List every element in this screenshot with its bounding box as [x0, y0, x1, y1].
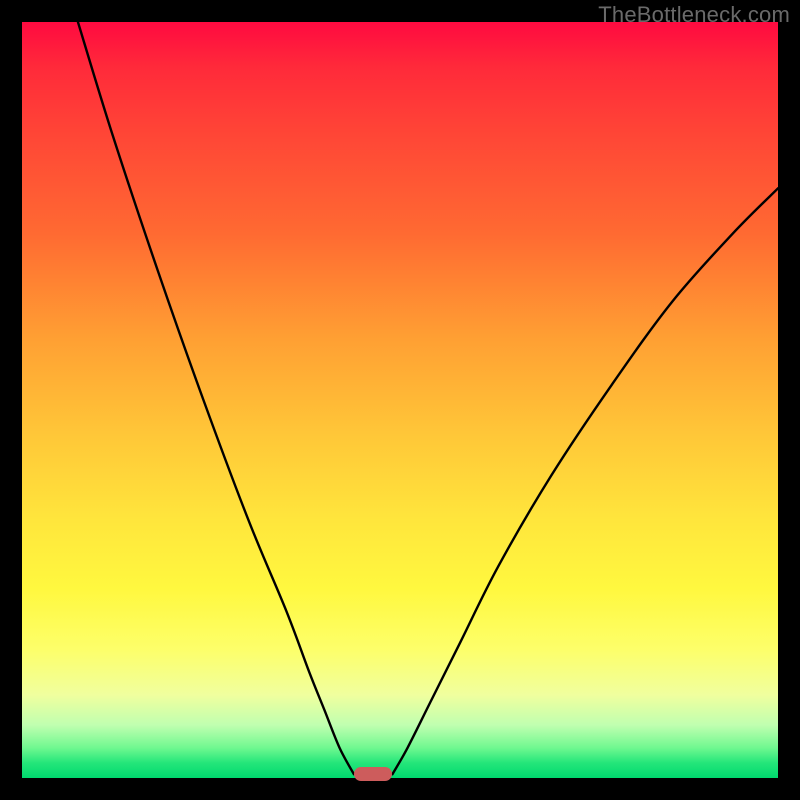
curve-right-branch [392, 188, 778, 774]
attribution-text: TheBottleneck.com [598, 2, 790, 28]
bottleneck-curve [22, 22, 778, 778]
plot-area [22, 22, 778, 778]
curve-left-branch [78, 22, 354, 774]
minimum-marker [354, 767, 393, 781]
chart-frame: TheBottleneck.com [0, 0, 800, 800]
